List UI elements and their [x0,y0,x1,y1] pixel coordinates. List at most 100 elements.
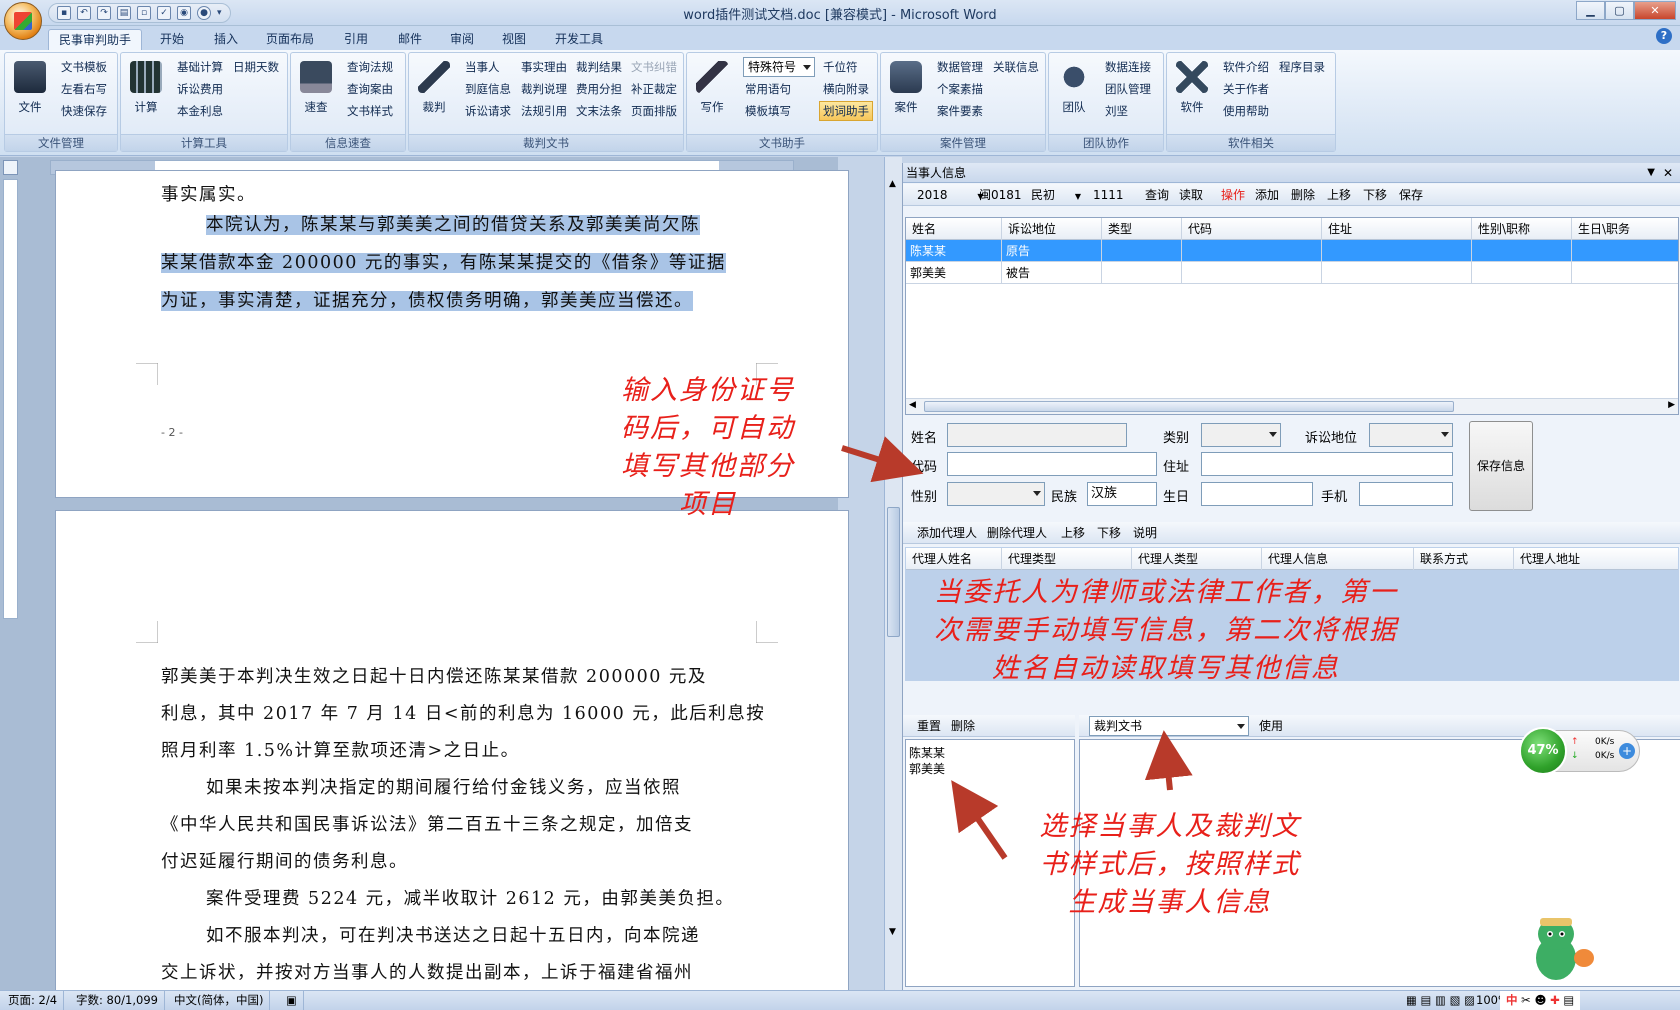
draw-icon[interactable]: ◉ [177,6,191,20]
court-code-field[interactable]: 闽0181 [979,184,1022,206]
common-phrases-button[interactable]: 常用语句 [745,79,791,99]
case-number-field[interactable]: 1111 [1093,184,1124,206]
calculate-button[interactable]: 计算 [125,55,167,131]
pane-menu-icon[interactable]: ▼ [1647,163,1655,183]
table-row[interactable]: 陈某某 原告 [906,240,1678,262]
query-cause-button[interactable]: 查询案由 [347,79,393,99]
tab-selector[interactable] [3,160,18,175]
ethnic-field[interactable]: 汉族 [1087,482,1157,506]
column-header[interactable]: 诉讼地位 [1002,218,1102,240]
agent-move-down-button[interactable]: 下移 [1097,522,1121,544]
court-info-button[interactable]: 到庭信息 [465,79,511,99]
quick-save-button[interactable]: 快速保存 [61,101,107,121]
query-button[interactable]: 查询 [1145,184,1169,206]
phone-field[interactable] [1359,482,1453,506]
name-field[interactable] [947,423,1127,447]
role-select[interactable] [1369,423,1453,447]
page-layout-button[interactable]: 页面排版 [631,101,677,121]
help-icon[interactable]: ? [1656,28,1672,44]
minimize-button[interactable]: ▁ [1576,1,1605,20]
usage-help-button[interactable]: 使用帮助 [1223,101,1269,121]
template-fill-button[interactable]: 模板填写 [745,101,791,121]
tab-view[interactable]: 视图 [492,29,536,50]
scroll-thumb[interactable] [924,401,1454,412]
scroll-down-icon[interactable]: ▼ [889,927,896,937]
program-directory-button[interactable]: 程序目录 [1279,57,1325,77]
thousands-separator-button[interactable]: 千位符 [823,57,858,77]
doc-style-select[interactable]: 裁判文书 [1089,716,1249,736]
column-header[interactable]: 联系方式 [1414,548,1514,570]
column-header[interactable]: 代理人地址 [1514,548,1678,570]
type-select[interactable] [1201,423,1281,447]
vertical-ruler[interactable] [3,179,18,619]
special-symbol-select[interactable]: 特殊符号 [743,57,815,77]
delete-agent-button[interactable]: 删除代理人 [987,522,1047,544]
reset-button[interactable]: 重置 [917,715,941,737]
tab-page-layout[interactable]: 页面布局 [256,29,324,50]
plus-icon[interactable]: + [1619,743,1635,759]
reasoning-button[interactable]: 裁判说理 [521,79,567,99]
user-name-button[interactable]: 刘坚 [1105,101,1128,121]
word-count[interactable]: 字数: 80/1,099 [70,991,165,1010]
word-select-assistant-button[interactable]: 划词助手 [819,101,873,121]
save-icon[interactable]: ▪ [57,6,71,20]
scroll-left-icon[interactable]: ◀ [909,400,916,410]
tab-references[interactable]: 引用 [334,29,378,50]
list-item[interactable]: 陈某某 [909,744,945,761]
column-header[interactable]: 姓名 [906,218,1002,240]
gender-select[interactable] [947,482,1045,506]
column-header[interactable]: 类型 [1102,218,1182,240]
column-header[interactable]: 代理人信息 [1262,548,1414,570]
qat-customize-icon[interactable]: ▾ [217,8,222,18]
doc-template-button[interactable]: 文书模板 [61,57,107,77]
party-button[interactable]: 当事人 [465,57,500,77]
view-buttons[interactable]: ▦ ▤ ▥ ▧ ▨ [1400,991,1481,1010]
tab-mailings[interactable]: 邮件 [388,29,432,50]
operate-button[interactable]: 操作 [1221,184,1245,206]
correction-ruling-button[interactable]: 补正裁定 [631,79,677,99]
column-header[interactable]: 代理类型 [1002,548,1132,570]
judge-button[interactable]: 裁判 [413,55,455,131]
quick-lookup-button[interactable]: 速查 [295,55,337,131]
save-button[interactable]: 保存 [1399,184,1423,206]
delete-button[interactable]: 删除 [1291,184,1315,206]
data-management-button[interactable]: 数据管理 [937,57,983,77]
office-button[interactable] [4,2,42,40]
move-up-button[interactable]: 上移 [1327,184,1351,206]
spelling-icon[interactable]: ✓ [157,6,171,20]
date-days-button[interactable]: 日期天数 [233,57,279,77]
law-citation-button[interactable]: 法规引用 [521,101,567,121]
horizontal-scrollbar[interactable]: ◀ ▶ [906,398,1678,414]
remove-button[interactable]: 删除 [951,715,975,737]
list-item[interactable]: 郭美美 [909,760,945,777]
birthday-field[interactable] [1201,482,1313,506]
undo-icon[interactable]: ↶ [77,6,91,20]
case-elements-button[interactable]: 案件要素 [937,101,983,121]
save-info-button[interactable]: 保存信息 [1469,421,1533,511]
use-button[interactable]: 使用 [1259,715,1283,737]
related-info-button[interactable]: 关联信息 [993,57,1039,77]
agent-help-button[interactable]: 说明 [1133,522,1157,544]
year-select[interactable]: 2018 ▼ [917,184,984,208]
refresh-icon[interactable]: ● [197,6,211,20]
end-articles-button[interactable]: 文末法条 [576,101,622,121]
print-preview-icon[interactable]: ▤ [117,6,131,20]
claims-button[interactable]: 诉讼请求 [465,101,511,121]
tab-review[interactable]: 审阅 [440,29,484,50]
macro-icon[interactable]: ▣ [280,991,304,1010]
scroll-right-icon[interactable]: ▶ [1668,400,1675,410]
new-document-icon[interactable]: ▫ [137,6,151,20]
case-sketch-button[interactable]: 个案素描 [937,79,983,99]
basic-calc-button[interactable]: 基础计算 [177,57,223,77]
file-button[interactable]: 文件 [9,55,51,131]
column-header[interactable]: 住址 [1322,218,1472,240]
landscape-appendix-button[interactable]: 横向附录 [823,79,869,99]
document-page[interactable]: 郭美美于本判决生效之日起十日内偿还陈某某借款 200000 元及 利息，其中 2… [55,510,849,1000]
agent-move-up-button[interactable]: 上移 [1061,522,1085,544]
litigation-fee-button[interactable]: 诉讼费用 [177,79,223,99]
column-header[interactable]: 代理人类型 [1132,548,1262,570]
read-button[interactable]: 读取 [1179,184,1203,206]
close-button[interactable]: ✕ [1634,1,1676,20]
case-type-select[interactable]: 民初 ▼ [1031,184,1081,208]
team-button[interactable]: 团队 [1053,55,1095,131]
